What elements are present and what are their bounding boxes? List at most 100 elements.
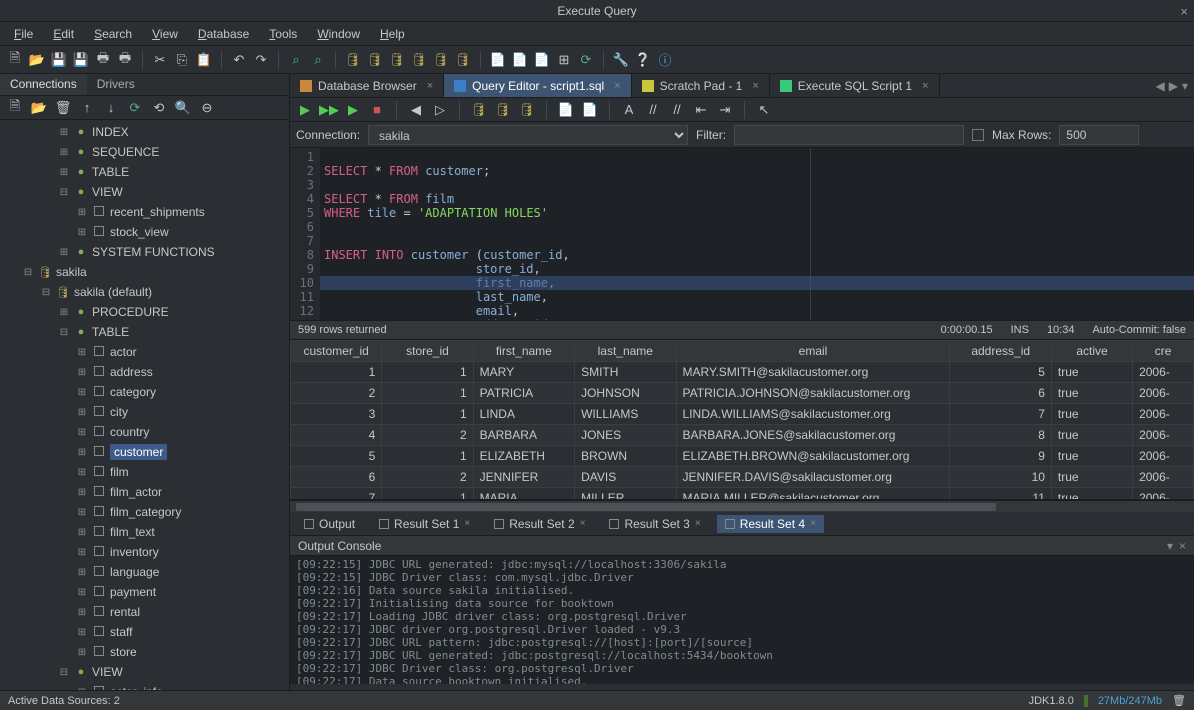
db6-icon[interactable]: 🛢: [454, 51, 472, 69]
maxrows-input[interactable]: [1059, 125, 1139, 145]
next-icon[interactable]: ▷: [431, 101, 449, 119]
replace-icon[interactable]: ⌕: [309, 51, 327, 69]
menu-edit[interactable]: Edit: [45, 24, 82, 44]
grid-hscrollbar[interactable]: [290, 500, 1194, 512]
import-icon[interactable]: 📄: [581, 101, 599, 119]
tree-node-film[interactable]: ⊞film: [0, 462, 289, 482]
result-tab-result-set-3[interactable]: Result Set 3×: [601, 515, 708, 533]
table-row[interactable]: 31LINDAWILLIAMSLINDA.WILLIAMS@sakilacust…: [291, 404, 1194, 425]
close-tab-icon[interactable]: ×: [427, 80, 433, 92]
tree-node-store[interactable]: ⊞store: [0, 642, 289, 662]
console-close-icon[interactable]: ×: [1179, 539, 1186, 553]
cut-icon[interactable]: ✂: [151, 51, 169, 69]
result-grid[interactable]: customer_idstore_idfirst_namelast_nameem…: [290, 340, 1194, 500]
script2-icon[interactable]: 📄: [511, 51, 529, 69]
arrow-down-icon[interactable]: ↓: [102, 99, 120, 117]
filter-input[interactable]: [734, 125, 964, 145]
stop-icon[interactable]: ■: [368, 101, 386, 119]
uncomment-icon[interactable]: //: [668, 101, 686, 119]
db5-icon[interactable]: 🛢: [432, 51, 450, 69]
tree-node-rental[interactable]: ⊞rental: [0, 602, 289, 622]
table-row[interactable]: 21PATRICIAJOHNSONPATRICIA.JOHNSON@sakila…: [291, 383, 1194, 404]
tab-next-icon[interactable]: ▶: [1169, 79, 1178, 93]
result-tab-result-set-1[interactable]: Result Set 1×: [371, 515, 478, 533]
table-row[interactable]: 11MARYSMITHMARY.SMITH@sakilacustomer.org…: [291, 362, 1194, 383]
db4-icon[interactable]: 🛢: [410, 51, 428, 69]
col-customer_id[interactable]: customer_id: [291, 341, 382, 362]
tree-node-table[interactable]: ⊟●TABLE: [0, 322, 289, 342]
tree-node-staff[interactable]: ⊞staff: [0, 622, 289, 642]
menu-help[interactable]: Help: [372, 24, 413, 44]
sql-editor[interactable]: 1234567891011121314 SELECT * FROM custom…: [290, 148, 1194, 320]
db1-icon[interactable]: 🛢: [344, 51, 362, 69]
col-store_id[interactable]: store_id: [382, 341, 473, 362]
tree-node-actor-info[interactable]: ⊞actor_info: [0, 682, 289, 690]
shift-left-icon[interactable]: ⇤: [692, 101, 710, 119]
connection-select[interactable]: sakila: [368, 125, 688, 145]
table-row[interactable]: 71MARIAMILLERMARIA.MILLER@sakilacustomer…: [291, 488, 1194, 501]
col-active[interactable]: active: [1051, 341, 1132, 362]
print-preview-icon[interactable]: 🖶: [116, 51, 134, 69]
arrow-up-icon[interactable]: ↑: [78, 99, 96, 117]
search-icon[interactable]: 🔍: [174, 99, 192, 117]
help-icon[interactable]: ❔: [634, 51, 652, 69]
tree-node-system-functions[interactable]: ⊞●SYSTEM FUNCTIONS: [0, 242, 289, 262]
rollback-icon[interactable]: 🛢: [494, 101, 512, 119]
find-icon[interactable]: ⌕: [287, 51, 305, 69]
save-as-icon[interactable]: 💾: [72, 51, 90, 69]
menu-database[interactable]: Database: [190, 24, 257, 44]
script1-icon[interactable]: 📄: [489, 51, 507, 69]
tree-node-table[interactable]: ⊞●TABLE: [0, 162, 289, 182]
tree-node-payment[interactable]: ⊞payment: [0, 582, 289, 602]
tab-drivers[interactable]: Drivers: [87, 74, 145, 95]
tree-node-actor[interactable]: ⊞actor: [0, 342, 289, 362]
tree-node-view[interactable]: ⊟●VIEW: [0, 182, 289, 202]
format-icon[interactable]: A: [620, 101, 638, 119]
tree-node-sequence[interactable]: ⊞●SEQUENCE: [0, 142, 289, 162]
close-icon[interactable]: ×: [580, 518, 586, 529]
autocommit-icon[interactable]: 🛢: [518, 101, 536, 119]
tree-node-language[interactable]: ⊞language: [0, 562, 289, 582]
erd-icon[interactable]: ⊞: [555, 51, 573, 69]
open-icon[interactable]: 📂: [28, 51, 46, 69]
console-min-icon[interactable]: ▾: [1167, 539, 1173, 553]
save-icon[interactable]: 💾: [50, 51, 68, 69]
tree-node-country[interactable]: ⊞country: [0, 422, 289, 442]
close-tab-icon[interactable]: ×: [922, 80, 928, 92]
close-icon[interactable]: ×: [464, 518, 470, 529]
open-folder-icon[interactable]: 📂: [30, 99, 48, 117]
comment-icon[interactable]: //: [644, 101, 662, 119]
settings-icon[interactable]: 🔧: [612, 51, 630, 69]
refresh-icon[interactable]: ⟳: [577, 51, 595, 69]
maxrows-checkbox[interactable]: [972, 129, 984, 141]
script3-icon[interactable]: 📄: [533, 51, 551, 69]
execute-block-icon[interactable]: ▶▶: [320, 101, 338, 119]
close-icon[interactable]: ×: [1180, 4, 1188, 19]
copy-icon[interactable]: ⎘: [173, 51, 191, 69]
close-icon[interactable]: ×: [695, 518, 701, 529]
tree-node-sakila-default-[interactable]: ⊟🛢sakila (default): [0, 282, 289, 302]
tree-node-customer[interactable]: ⊞customer: [0, 442, 289, 462]
db2-icon[interactable]: 🛢: [366, 51, 384, 69]
result-tab-output[interactable]: Output: [296, 515, 363, 533]
refresh-icon[interactable]: ⟳: [126, 99, 144, 117]
tree-node-procedure[interactable]: ⊞●PROCEDURE: [0, 302, 289, 322]
menu-window[interactable]: Window: [309, 24, 368, 44]
tree-node-index[interactable]: ⊞●INDEX: [0, 122, 289, 142]
tab-prev-icon[interactable]: ◀: [1156, 79, 1165, 93]
info-icon[interactable]: ⓘ: [656, 51, 674, 69]
undo-icon[interactable]: ↶: [230, 51, 248, 69]
tree-node-category[interactable]: ⊞category: [0, 382, 289, 402]
tree-node-city[interactable]: ⊞city: [0, 402, 289, 422]
tab-scratch-pad-1[interactable]: Scratch Pad - 1×: [632, 74, 770, 97]
execute-icon[interactable]: ▶: [296, 101, 314, 119]
print-icon[interactable]: 🖶: [94, 51, 112, 69]
connection-tree[interactable]: ⊞●INDEX⊞●SEQUENCE⊞●TABLE⊟●VIEW⊞recent_sh…: [0, 120, 289, 690]
db3-icon[interactable]: 🛢: [388, 51, 406, 69]
commit-icon[interactable]: 🛢: [470, 101, 488, 119]
result-tab-result-set-2[interactable]: Result Set 2×: [486, 515, 593, 533]
clear-icon[interactable]: ⟲: [150, 99, 168, 117]
tree-node-recent-shipments[interactable]: ⊞recent_shipments: [0, 202, 289, 222]
tab-connections[interactable]: Connections: [0, 74, 87, 95]
table-row[interactable]: 62JENNIFERDAVISJENNIFER.DAVIS@sakilacust…: [291, 467, 1194, 488]
